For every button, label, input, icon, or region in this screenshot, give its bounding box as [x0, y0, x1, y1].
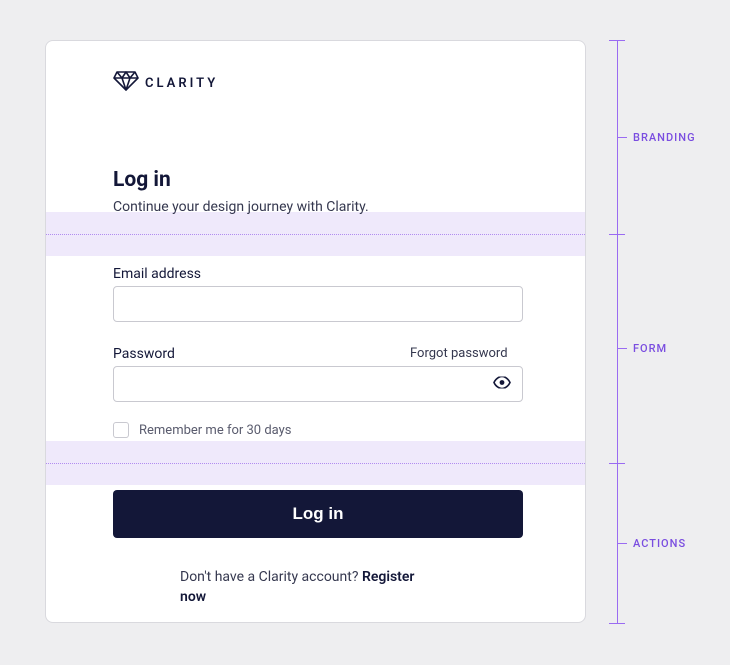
page-subtitle: Continue your design journey with Clarit… — [113, 199, 369, 215]
brand-logo: CLARITY — [113, 71, 218, 95]
password-field[interactable] — [113, 366, 523, 402]
diamond-icon — [113, 71, 139, 95]
section-divider-1 — [46, 234, 585, 235]
page-title: Log in — [113, 168, 171, 192]
register-prompt-text: Don't have a Clarity account? — [180, 569, 362, 585]
annotation-branding: BRANDING — [633, 131, 696, 144]
bracket-actions-bottom — [609, 623, 625, 624]
remember-label: Remember me for 30 days — [139, 423, 292, 438]
bracket-actions-mid — [617, 543, 627, 544]
remember-row: Remember me for 30 days — [113, 422, 292, 438]
annotation-form: FORM — [633, 342, 667, 355]
toggle-password-visibility-button[interactable] — [489, 373, 515, 396]
bracket-branding-top — [609, 40, 625, 41]
brand-name: CLARITY — [145, 76, 218, 91]
login-button[interactable]: Log in — [113, 490, 523, 538]
register-prompt: Don't have a Clarity account? Register n… — [180, 568, 440, 607]
eye-icon — [493, 377, 511, 392]
email-label: Email address — [113, 266, 201, 282]
bracket-branding-mid — [617, 137, 627, 138]
email-field[interactable] — [113, 286, 523, 322]
password-field-wrap — [113, 366, 523, 402]
password-label: Password — [113, 346, 175, 362]
annotation-actions: ACTIONS — [633, 537, 686, 550]
bracket-form-mid — [617, 348, 627, 349]
forgot-password-link[interactable]: Forgot password — [410, 346, 508, 361]
section-divider-2 — [46, 463, 585, 464]
remember-checkbox[interactable] — [113, 422, 129, 438]
